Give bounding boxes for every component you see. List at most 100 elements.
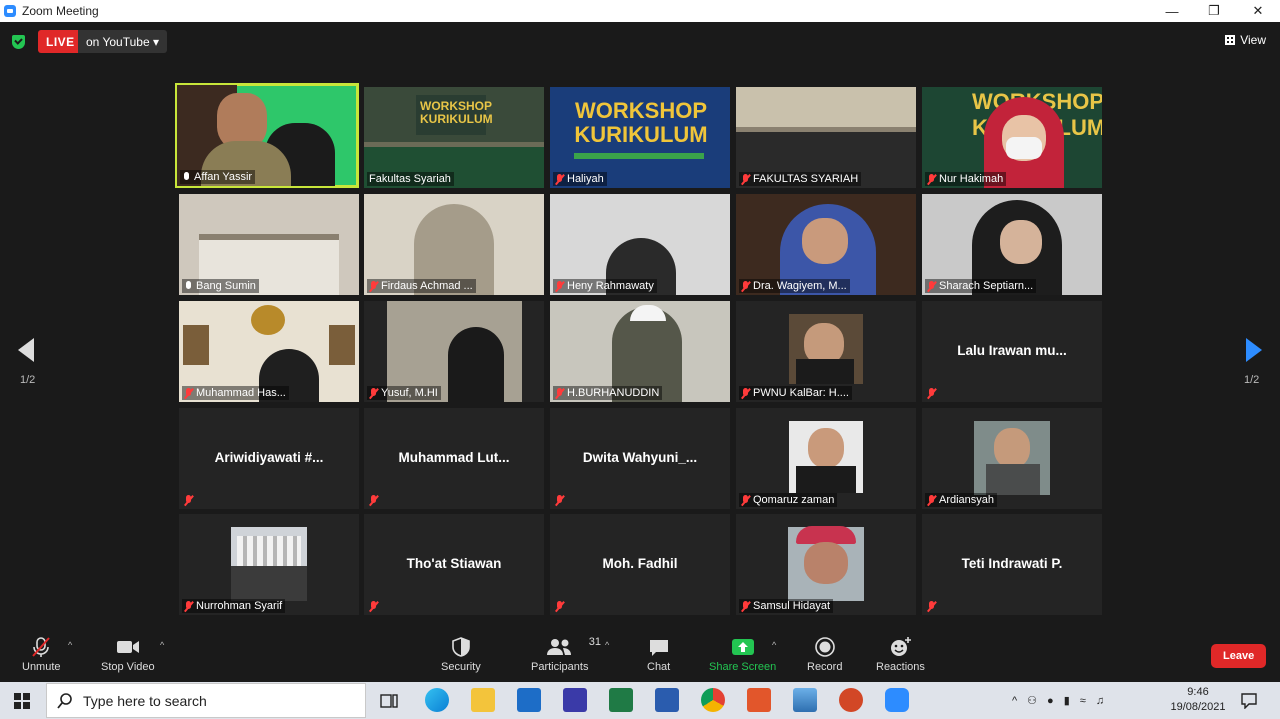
meet-now-icon[interactable]: ⚇ — [1027, 694, 1037, 707]
banner-title-2: KURIKULUM — [420, 112, 493, 126]
video-tile[interactable]: Yusuf, M.HI — [364, 301, 544, 402]
microphone-tray-icon[interactable]: ● — [1047, 695, 1054, 707]
chrome-icon[interactable] — [701, 688, 725, 712]
system-tray: ^ ⚇ ● ▮ ≈ ♫ — [1012, 682, 1104, 719]
live-stream-label: on YouTube — [86, 35, 150, 49]
minimize-button[interactable]: — — [1150, 0, 1194, 22]
edge-browser-icon[interactable] — [425, 688, 449, 712]
video-tile[interactable]: Affan Yassir — [175, 83, 359, 188]
unmute-button[interactable]: Unmute — [22, 636, 61, 673]
security-button[interactable]: Security — [441, 636, 481, 673]
zoom-taskbar-icon[interactable] — [885, 688, 909, 712]
video-tile[interactable]: Heny Rahmawaty — [550, 194, 730, 295]
participant-name-label: H.BURHANUDDIN — [553, 386, 663, 400]
participant-name-label: FAKULTAS SYARIAH — [739, 172, 862, 186]
taskbar-clock[interactable]: 9:46 19/08/2021 — [1166, 685, 1230, 715]
participant-mute-indicator — [367, 494, 381, 507]
video-tile[interactable]: Firdaus Achmad ... — [364, 194, 544, 295]
participant-tile[interactable]: Muhammad Lut... — [364, 408, 544, 509]
participant-name-label: Firdaus Achmad ... — [367, 279, 476, 293]
participant-mute-indicator — [925, 387, 939, 400]
participant-tile[interactable]: Ariwidiyawati #... — [179, 408, 359, 509]
video-tile[interactable]: Bang Sumin — [179, 194, 359, 295]
windows-start-icon[interactable] — [14, 693, 30, 709]
participant-tile[interactable]: Nurrohman Syarif — [179, 514, 359, 615]
search-placeholder: Type here to search — [83, 692, 207, 709]
participant-name-label: Bang Sumin — [182, 279, 259, 293]
clock-time: 9:46 — [1187, 686, 1209, 698]
mail-icon[interactable] — [517, 688, 541, 712]
leave-button[interactable]: Leave — [1211, 644, 1267, 668]
participant-display-name: Dwita Wahyuni_... — [582, 450, 698, 465]
participant-tile[interactable]: Moh. Fadhil — [550, 514, 730, 615]
participant-tile[interactable]: Qomaruz zaman — [736, 408, 916, 509]
participant-display-name: Ariwidiyawati #... — [214, 450, 324, 465]
file-explorer-icon[interactable] — [471, 688, 495, 712]
participant-display-name: Tho'at Stiawan — [406, 556, 502, 571]
record-button[interactable]: Record — [807, 636, 842, 673]
participant-name-label: PWNU KalBar: H.... — [739, 386, 852, 400]
audio-options-caret-icon[interactable]: ^ — [68, 640, 72, 650]
encryption-shield-icon[interactable] — [12, 35, 25, 49]
participant-tile[interactable]: Dwita Wahyuni_... — [550, 408, 730, 509]
muted-microphone-icon — [741, 280, 750, 292]
restore-button[interactable]: ❐ — [1192, 0, 1236, 22]
clock-date: 19/08/2021 — [1170, 701, 1226, 713]
show-hidden-icons-chevron-icon[interactable]: ^ — [1012, 695, 1017, 707]
window-title: Zoom Meeting — [22, 4, 99, 18]
wifi-icon[interactable]: ≈ — [1080, 695, 1086, 707]
share-screen-button[interactable]: Share Screen — [709, 636, 776, 673]
close-button[interactable]: ✕ — [1236, 0, 1280, 22]
video-tile[interactable]: Muhammad Has... — [179, 301, 359, 402]
notification-center-icon[interactable] — [1240, 692, 1258, 709]
taskbar-search-box[interactable]: Type here to search — [46, 683, 366, 718]
live-stream-dropdown[interactable]: on YouTube ▾ — [78, 30, 167, 53]
participant-name-label: Muhammad Has... — [182, 386, 289, 400]
muted-microphone-icon — [741, 387, 750, 399]
video-tile[interactable]: WORKSHOPKURIKULUM Nur Hakimah — [922, 87, 1102, 188]
math-app-icon[interactable] — [563, 688, 587, 712]
video-tile[interactable]: Sharach Septiarn... — [922, 194, 1102, 295]
participant-tile[interactable]: Ardiansyah — [922, 408, 1102, 509]
view-button[interactable]: View — [1225, 33, 1266, 47]
muted-microphone-icon — [184, 495, 193, 506]
participant-tile[interactable]: Samsul Hidayat — [736, 514, 916, 615]
volume-icon[interactable]: ♫ — [1096, 695, 1104, 707]
participant-tile[interactable]: Lalu Irawan mu... — [922, 301, 1102, 402]
video-tile[interactable]: Dra. Wagiyem, M... — [736, 194, 916, 295]
participant-tile[interactable]: PWNU KalBar: H.... — [736, 301, 916, 402]
participant-tile[interactable]: Tho'at Stiawan — [364, 514, 544, 615]
stop-video-button[interactable]: Stop Video — [101, 636, 155, 673]
participant-display-name: Moh. Fadhil — [602, 556, 678, 571]
participants-options-caret-icon[interactable]: ^ — [605, 640, 609, 650]
participant-name-label: Heny Rahmawaty — [553, 279, 657, 293]
muted-microphone-icon — [555, 495, 564, 506]
excel-icon[interactable] — [609, 688, 633, 712]
previous-page-arrow-icon[interactable] — [18, 338, 34, 362]
live-badge[interactable]: LIVE — [38, 30, 83, 53]
participant-name-label: Qomaruz zaman — [739, 493, 838, 507]
participant-tile[interactable]: Teti Indrawati P. — [922, 514, 1102, 615]
task-view-icon[interactable] — [380, 692, 398, 710]
video-tile[interactable]: WORKSHOP KURIKULUM Fakultas Syariah — [364, 87, 544, 188]
powerpoint-icon[interactable] — [839, 688, 863, 712]
participant-name-label: Sharach Septiarn... — [925, 279, 1037, 293]
next-page-arrow-icon[interactable] — [1246, 338, 1262, 362]
video-camera-icon — [116, 641, 139, 653]
record-icon — [814, 637, 835, 657]
chat-button[interactable]: Chat — [647, 636, 670, 673]
video-tile[interactable]: FAKULTAS SYARIAH — [736, 87, 916, 188]
reactions-button[interactable]: Reactions — [876, 636, 925, 673]
page-indicator-right: 1/2 — [1244, 374, 1260, 386]
battery-icon[interactable]: ▮ — [1064, 694, 1070, 707]
video-tile[interactable]: WORKSHOP KURIKULUM Haliyah — [550, 87, 730, 188]
muted-microphone-icon — [927, 388, 936, 399]
word-icon[interactable] — [655, 688, 679, 712]
participants-button[interactable]: 31 Participants — [531, 636, 601, 673]
muted-microphone-icon — [32, 637, 51, 657]
video-tile[interactable]: H.BURHANUDDIN — [550, 301, 730, 402]
video-options-caret-icon[interactable]: ^ — [160, 640, 164, 650]
photos-icon[interactable] — [793, 688, 817, 712]
share-options-caret-icon[interactable]: ^ — [772, 640, 776, 650]
pdf-reader-icon[interactable] — [747, 688, 771, 712]
